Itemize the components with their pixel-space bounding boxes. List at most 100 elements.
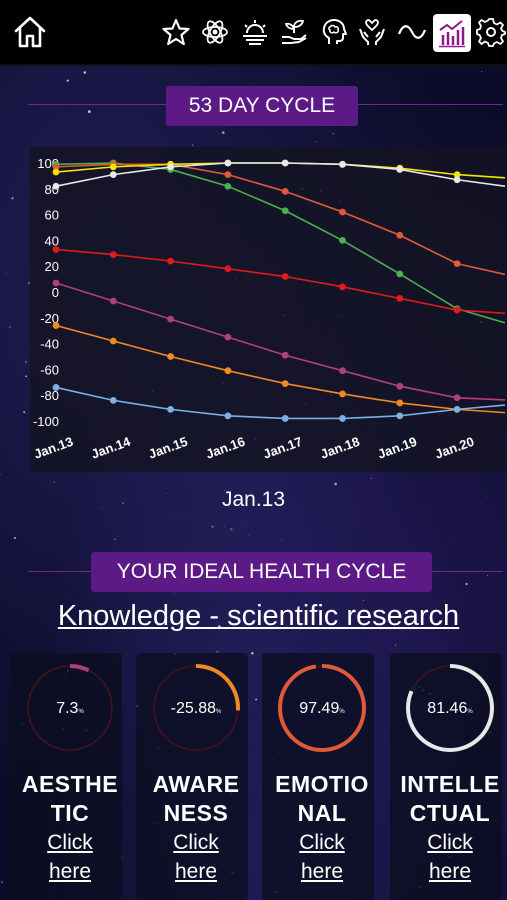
click-here-link[interactable]: Click here [390,828,507,886]
cycle-name: INTELLE CTUAL [400,771,500,826]
y-tick-label: -60 [40,362,59,377]
star-icon[interactable] [161,17,191,47]
data-point [281,159,289,167]
cycle-value: 97.49% [299,700,345,717]
data-point [167,163,175,171]
x-tick-label: Jan.13 [32,434,75,462]
data-point [224,367,232,375]
cycle-card: 97.49% EMOTIO NAL Click here [262,653,374,900]
bar-chart-icon[interactable] [433,14,471,52]
y-tick-label: -100 [33,414,59,429]
plant-hand-icon[interactable] [279,17,309,47]
data-point [396,231,404,239]
cycle-title: 53 DAY CYCLE [166,86,358,126]
current-date: Jan.13 [221,488,286,511]
data-point [396,412,404,420]
data-point [109,251,117,258]
data-point [224,159,232,167]
data-point [109,297,117,305]
data-point [109,337,117,345]
data-point [453,394,461,402]
data-point [52,279,60,287]
y-tick-label: 60 [45,208,59,223]
data-point [109,163,117,171]
x-tick-label: Jan.14 [89,433,133,461]
data-point [453,260,461,268]
click-here-link[interactable]: Click here [10,828,130,886]
home-icon[interactable] [12,14,48,50]
data-point [281,380,289,387]
biorhythm-chart: 100806040200-20-40-60-80-100Jan.13 Jan.14… [32,156,505,462]
cycle-value: 81.46% [427,700,473,717]
data-point [339,160,346,168]
cycle-name: AESTHE TIC [21,771,119,826]
cycle-card: -25.88% AWARE NESS Click here [136,653,248,900]
gear-icon[interactable] [476,17,506,47]
cycle-card: 7.3% AESTHE TIC Click here [10,653,122,900]
data-point [396,399,404,407]
data-point [396,382,404,390]
top-navigation-bar [0,0,507,66]
cycle-value: 7.3% [56,700,84,717]
ideal-cycle-title: YOUR IDEAL HEALTH CYCLE [91,552,432,592]
data-point [339,390,346,398]
cycle-card: 81.46% INTELLE CTUAL Click here [390,653,502,900]
data-point [339,208,346,216]
data-point [224,412,232,420]
data-point [224,333,232,341]
data-point [52,246,60,253]
data-point [339,415,346,422]
atom-icon[interactable] [200,17,230,47]
series-line-1 [55,163,505,276]
data-point [109,396,117,404]
series-line-6 [55,324,505,414]
data-point [396,166,404,173]
data-point [52,182,60,190]
wave-icon[interactable] [397,17,427,47]
data-point [281,351,289,359]
data-point [167,257,175,265]
data-point [453,405,461,413]
data-point [224,171,232,179]
cycle-name: EMOTIO NAL [275,771,369,826]
series-line-7 [55,386,505,420]
data-point [396,295,404,302]
data-point [52,384,60,391]
x-tick-label: Jan.19 [376,434,419,462]
data-point [453,176,461,184]
x-tick-label: Jan.18 [318,434,361,462]
head-profile-icon[interactable] [319,17,349,47]
data-point [224,182,232,190]
series-line-0 [55,162,505,324]
data-point [109,171,117,179]
x-tick-label: Jan.20 [433,434,476,462]
y-tick-label: -40 [40,337,59,352]
data-point [396,270,404,278]
y-tick-label: 20 [45,259,59,274]
data-point [281,187,289,195]
data-point [52,322,60,329]
data-point [167,405,175,413]
data-point [167,353,175,360]
cycle-value: -25.88% [170,700,222,717]
data-point [281,273,289,280]
hands-heart-icon[interactable] [357,17,387,47]
data-point [281,207,289,215]
cycle-name: AWARE NESS [152,771,240,826]
recommendation-link[interactable]: Knowledge - scientific research [0,600,507,633]
data-point [453,306,461,314]
data-point [224,265,232,273]
data-point [281,415,289,422]
data-point [339,367,346,375]
x-tick-label: Jan.17 [261,434,304,462]
sunrise-icon[interactable] [240,17,270,47]
y-tick-label: 0 [52,285,59,300]
data-point [167,315,175,323]
click-here-link[interactable]: Click here [262,828,382,886]
x-tick-label: Jan.15 [146,434,189,462]
data-point [339,237,346,244]
biorhythm-chart-panel: 100 80 60 40 20 0 -20 -40 -60 -80 -100 Jan.13 Jan.14… [30,147,505,472]
data-point [52,168,60,176]
click-here-link[interactable]: Click here [136,828,256,886]
data-point [339,283,346,291]
